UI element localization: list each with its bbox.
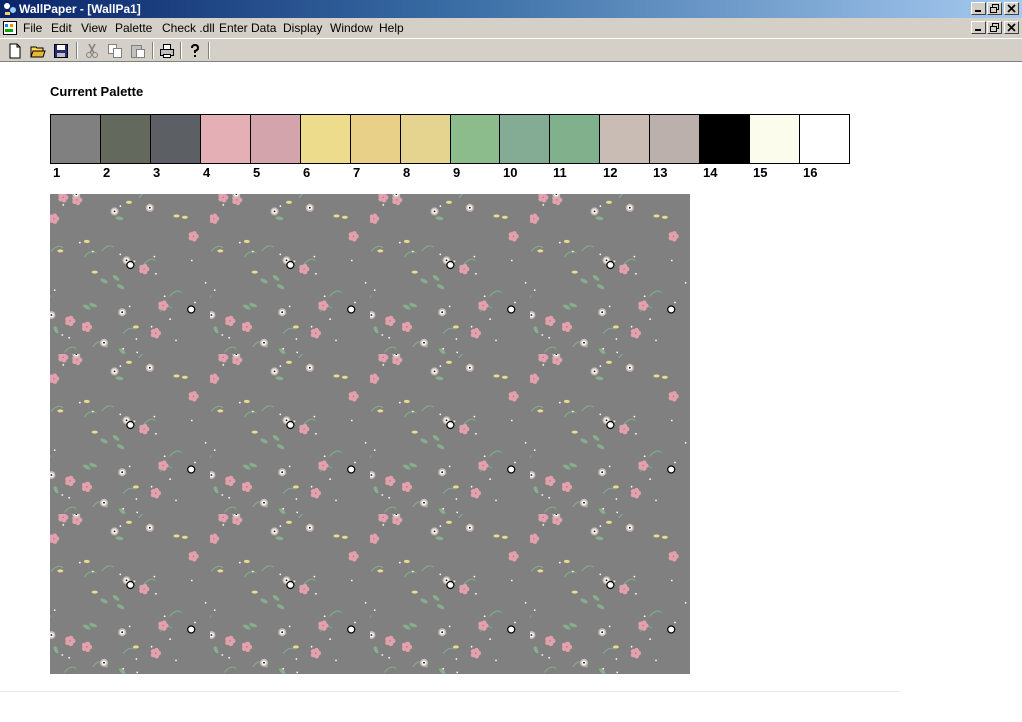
palette-label-14: 14	[703, 165, 718, 180]
window-title: WallPaper - [WallPa1]	[19, 2, 141, 16]
paste-button[interactable]	[128, 41, 148, 60]
restore-icon	[990, 23, 999, 32]
palette-swatch-11[interactable]	[550, 115, 601, 163]
palette-swatch-6[interactable]	[300, 115, 351, 163]
cut-icon	[86, 43, 98, 58]
help-icon	[191, 43, 200, 57]
palette-label-10: 10	[503, 165, 518, 180]
toolbar-separator	[208, 42, 210, 59]
save-button[interactable]	[51, 41, 71, 60]
palette-swatch-8[interactable]	[400, 115, 451, 163]
document-icon[interactable]	[2, 20, 18, 36]
palette-swatch-12[interactable]	[600, 115, 651, 163]
app-icon	[4, 3, 16, 15]
divider	[0, 691, 900, 692]
close-icon	[1007, 4, 1016, 13]
palette-label-16: 16	[803, 165, 818, 180]
palette-label-13: 13	[653, 165, 668, 180]
palette-swatch-7[interactable]	[350, 115, 401, 163]
palette-swatch-1[interactable]	[51, 115, 101, 163]
palette-swatch-15[interactable]	[750, 115, 801, 163]
minimize-button[interactable]	[971, 2, 986, 15]
title-bar[interactable]: WallPaper - [WallPa1]	[0, 0, 1022, 18]
menu-help[interactable]: Help	[379, 21, 404, 35]
palette-title: Current Palette	[50, 84, 144, 99]
menu-enter-data[interactable]: Enter Data	[219, 21, 276, 35]
child-close-button[interactable]	[1004, 21, 1019, 34]
palette-swatch-16[interactable]	[800, 115, 849, 163]
toolbar	[0, 38, 1022, 62]
paste-icon	[131, 45, 145, 58]
close-icon	[1007, 23, 1016, 32]
restore-icon	[990, 4, 999, 13]
palette-label-2: 2	[103, 165, 111, 180]
palette-labels: 1 2 3 4 5 6 7 8 9 10 11 12 13 14 15 16	[50, 165, 850, 181]
document-area: Current Palette 1 2 3 4 5 6 7 8 9 10 11 12 13 14 15 16	[0, 63, 1022, 722]
palette-swatch-13[interactable]	[650, 115, 701, 163]
toolbar-separator	[180, 42, 182, 59]
toolbar-separator	[152, 42, 154, 59]
palette-label-1: 1	[53, 165, 61, 180]
palette-label-11: 11	[553, 165, 567, 180]
close-button[interactable]	[1004, 2, 1019, 15]
palette-swatch-3[interactable]	[150, 115, 201, 163]
minimize-icon	[975, 29, 981, 31]
palette-strip	[50, 114, 850, 164]
palette-label-5: 5	[253, 165, 261, 180]
palette-swatch-5[interactable]	[250, 115, 301, 163]
open-icon	[30, 46, 46, 58]
help-button[interactable]	[185, 41, 205, 60]
print-icon	[160, 44, 174, 58]
palette-label-4: 4	[203, 165, 211, 180]
palette-label-15: 15	[753, 165, 768, 180]
save-icon	[54, 44, 68, 58]
palette-label-7: 7	[353, 165, 361, 180]
new-icon	[9, 43, 21, 59]
palette-swatch-9[interactable]	[450, 115, 501, 163]
copy-icon	[108, 44, 122, 58]
menu-edit[interactable]: Edit	[51, 21, 72, 35]
restore-button[interactable]	[987, 2, 1002, 15]
print-button[interactable]	[157, 41, 177, 60]
menu-check-dll[interactable]: Check .dll	[162, 21, 215, 35]
minimize-icon	[975, 10, 981, 12]
copy-button[interactable]	[105, 41, 125, 60]
menu-file[interactable]: File	[23, 21, 42, 35]
palette-swatch-4[interactable]	[200, 115, 251, 163]
palette-label-3: 3	[153, 165, 161, 180]
child-restore-button[interactable]	[987, 21, 1002, 34]
palette-swatch-14[interactable]	[700, 115, 751, 163]
palette-label-6: 6	[303, 165, 311, 180]
menu-window[interactable]: Window	[330, 21, 373, 35]
menu-display[interactable]: Display	[283, 21, 322, 35]
child-minimize-button[interactable]	[971, 21, 986, 34]
menu-bar: File Edit View Palette Check .dll Enter …	[0, 18, 1022, 38]
open-button[interactable]	[28, 41, 48, 60]
palette-label-12: 12	[603, 165, 618, 180]
toolbar-separator	[76, 42, 78, 59]
palette-label-8: 8	[403, 165, 411, 180]
palette-swatch-2[interactable]	[100, 115, 151, 163]
wallpaper-preview[interactable]	[50, 194, 690, 674]
palette-swatch-10[interactable]	[500, 115, 551, 163]
cut-button[interactable]	[82, 41, 102, 60]
menu-view[interactable]: View	[81, 21, 107, 35]
wallpaper-pattern	[50, 194, 690, 674]
new-button[interactable]	[5, 41, 25, 60]
menu-palette[interactable]: Palette	[115, 21, 152, 35]
palette-label-9: 9	[453, 165, 461, 180]
